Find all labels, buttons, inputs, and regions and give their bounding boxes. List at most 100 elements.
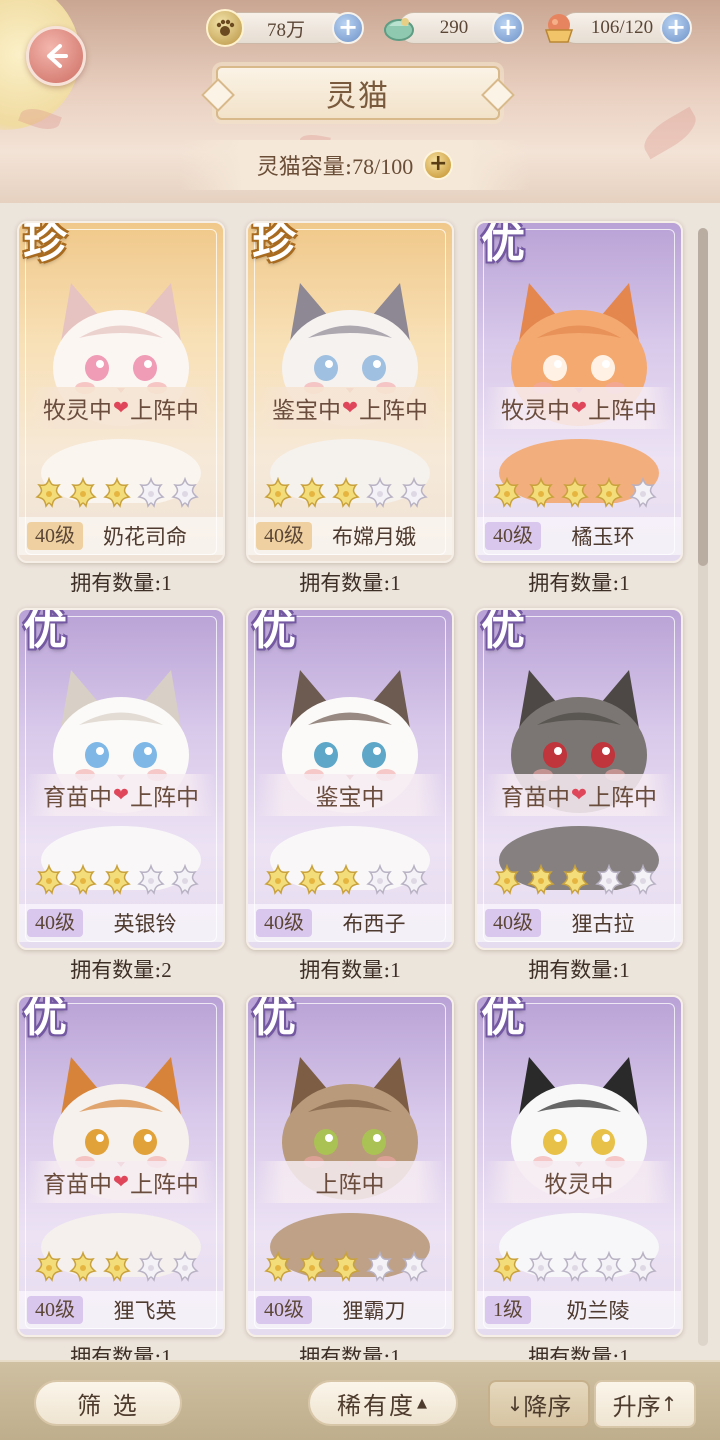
cat-name: 布西子	[342, 912, 406, 936]
cat-card[interactable]: 优育苗中 ❤ 上阵中 40级 狸飞英	[17, 995, 225, 1337]
cat-name: 狸飞英	[113, 1299, 177, 1323]
cat-card[interactable]: 珍鉴宝中 ❤ 上阵中 40级 布嫦月娥	[246, 221, 454, 563]
capacity-bar: 灵猫容量:78/100 +	[180, 140, 530, 190]
level-badge: 40级	[256, 522, 312, 550]
level-badge: 40级	[485, 522, 541, 550]
back-button[interactable]	[26, 26, 86, 86]
rarity-badge: 优	[252, 608, 296, 655]
sort-asc-label: 升序	[612, 1392, 661, 1421]
arrow-down-icon: ↓	[506, 1392, 524, 1416]
status-banner: 牧灵中 ❤ 上阵中	[485, 387, 673, 429]
cat-portrait	[19, 630, 223, 894]
heart-icon: ❤	[571, 784, 587, 806]
status-secondary: 上阵中	[358, 398, 428, 424]
level-badge: 40级	[256, 909, 312, 937]
rarity-badge: 优	[23, 995, 67, 1042]
status-banner: 鉴宝中	[256, 774, 444, 816]
cat-portrait	[477, 1017, 681, 1281]
cat-card[interactable]: 优育苗中 ❤ 上阵中 40级 英银铃	[17, 608, 225, 950]
rarity-badge: 优	[481, 608, 525, 655]
level-badge: 40级	[485, 909, 541, 937]
star-rating	[33, 864, 201, 896]
status-primary: 育苗中	[501, 785, 571, 811]
status-primary: 鉴宝中	[272, 398, 342, 424]
card-footer: 40级 奶花司命	[19, 517, 223, 555]
add-food-button[interactable]: +	[660, 12, 692, 44]
sort-by-label: 稀有度	[337, 1391, 415, 1420]
sort-by-rarity-button[interactable]: 稀有度 ▲	[308, 1380, 458, 1426]
cat-grid: 珍牧灵中 ❤ 上阵中 40级 奶花司命 拥有数量:1 珍鉴宝中 ❤ 上阵中 40级 布嫦月娥 拥有数量…	[0, 203, 720, 1360]
cat-card[interactable]: 优鉴宝中 40级 布西子	[246, 608, 454, 950]
cat-portrait	[19, 1017, 223, 1281]
filter-button[interactable]: 筛 选	[34, 1380, 182, 1426]
status-primary: 育苗中	[43, 785, 113, 811]
card-footer: 1级 奶兰陵	[477, 1291, 681, 1329]
heart-icon: ❤	[113, 397, 129, 419]
filter-button-label: 筛 选	[77, 1391, 139, 1420]
page-title: 灵猫	[326, 79, 390, 114]
sort-desc-label: 降序	[523, 1392, 572, 1421]
status-banner: 上阵中	[256, 1161, 444, 1203]
level-badge: 40级	[27, 1296, 83, 1324]
top-bar: 78万 + 290 + 106/120 + 灵猫 灵猫容量:78/100 +	[0, 0, 720, 203]
cat-name: 狸古拉	[571, 912, 635, 936]
star-rating	[33, 477, 201, 509]
status-banner: 育苗中 ❤ 上阵中	[485, 774, 673, 816]
capacity-label: 灵猫容量:78/100	[256, 154, 414, 180]
status-secondary: 上阵中	[129, 785, 199, 811]
level-badge: 40级	[27, 909, 83, 937]
status-secondary: 上阵中	[587, 398, 657, 424]
page-title-plate: 灵猫	[216, 66, 500, 120]
card-footer: 40级 橘玉环	[477, 517, 681, 555]
status-banner: 育苗中 ❤ 上阵中	[27, 1161, 215, 1203]
card-footer: 40级 布西子	[248, 904, 452, 942]
star-rating	[491, 477, 659, 509]
cat-portrait	[477, 630, 681, 894]
cat-name: 狸霸刀	[342, 1299, 406, 1323]
card-footer: 40级 布嫦月娥	[248, 517, 452, 555]
owned-count: 拥有数量:1	[70, 1345, 172, 1360]
cat-card[interactable]: 优上阵中 40级 狸霸刀	[246, 995, 454, 1337]
cat-name: 英银铃	[113, 912, 177, 936]
rarity-badge: 优	[481, 221, 525, 268]
cat-card[interactable]: 优牧灵中 ❤ 上阵中 40级 橘玉环	[475, 221, 683, 563]
rarity-badge: 珍	[252, 221, 296, 268]
bottom-toolbar: 筛 选 稀有度 ▲ ↓ 降序 升序 ↑	[0, 1360, 720, 1440]
cat-card[interactable]: 珍牧灵中 ❤ 上阵中 40级 奶花司命	[17, 221, 225, 563]
petal-decoration	[637, 106, 703, 160]
owned-count: 拥有数量:1	[299, 571, 401, 595]
cat-name: 奶花司命	[103, 525, 187, 549]
status-primary: 牧灵中	[544, 1172, 614, 1198]
sort-desc-button[interactable]: ↓ 降序	[488, 1380, 590, 1428]
owned-count: 拥有数量:1	[528, 958, 630, 982]
star-rating	[262, 1251, 430, 1283]
heart-icon: ❤	[113, 1171, 129, 1193]
rarity-badge: 优	[481, 995, 525, 1042]
expand-capacity-button[interactable]: +	[423, 150, 454, 180]
owned-count: 拥有数量:1	[528, 1345, 630, 1360]
add-coins-button[interactable]: +	[332, 12, 364, 44]
scrollbar-thumb[interactable]	[698, 228, 708, 566]
cat-card[interactable]: 优牧灵中 1级 奶兰陵	[475, 995, 683, 1337]
card-footer: 40级 狸古拉	[477, 904, 681, 942]
heart-icon: ❤	[113, 784, 129, 806]
cat-name: 奶兰陵	[566, 1299, 630, 1323]
card-footer: 40级 英银铃	[19, 904, 223, 942]
sort-asc-button[interactable]: 升序 ↑	[594, 1380, 696, 1428]
add-gems-button[interactable]: +	[492, 12, 524, 44]
cat-portrait	[248, 1017, 452, 1281]
capacity-value: 78/100	[352, 154, 414, 179]
status-secondary: 上阵中	[587, 785, 657, 811]
resource-food-value: 106/120	[590, 17, 654, 38]
cat-name: 橘玉环	[571, 525, 635, 549]
cat-card[interactable]: 优育苗中 ❤ 上阵中 40级 狸古拉	[475, 608, 683, 950]
status-primary: 牧灵中	[501, 398, 571, 424]
caret-up-icon: ▲	[417, 1395, 429, 1411]
status-banner: 鉴宝中 ❤ 上阵中	[256, 387, 444, 429]
owned-count: 拥有数量:2	[70, 958, 172, 982]
resource-gems-value: 290	[439, 17, 469, 38]
cat-portrait	[248, 630, 452, 894]
status-primary: 鉴宝中	[315, 785, 385, 811]
back-arrow-icon	[47, 44, 68, 68]
heart-icon: ❤	[571, 397, 587, 419]
